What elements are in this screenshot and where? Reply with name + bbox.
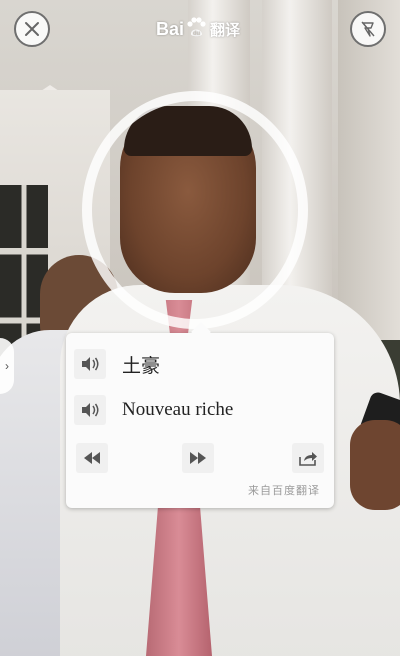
subject-hand [350,420,400,510]
svg-text:du: du [193,31,201,37]
attribution-text: 来自百度翻译 [248,484,320,497]
selection-circle[interactable] [82,91,308,329]
speaker-icon [82,357,99,371]
logo-suffix: 翻译 [210,21,241,39]
previous-button[interactable] [76,443,108,473]
speak-source-button[interactable] [74,349,106,379]
logo-text: Bai [156,18,185,39]
chevron-right-icon: › [5,359,9,373]
fast-forward-icon [190,452,206,464]
rewind-icon [84,452,100,464]
close-button[interactable] [14,11,50,47]
translated-text: Nouveau riche [122,399,234,420]
speaker-icon [82,403,99,417]
source-text: 土豪 [122,354,161,377]
flash-toggle-button[interactable] [350,11,386,47]
baidu-fanyi-logo: Bai du 翻译 [156,14,240,44]
source-row: 土豪 [74,347,326,381]
share-icon [299,452,317,466]
speak-translation-button[interactable] [74,395,106,425]
paw-icon: du [187,17,206,37]
translation-card: 土豪 Nouveau riche 来自百度翻译 [66,333,334,508]
next-button[interactable] [182,443,214,473]
side-drawer-tab[interactable]: › [0,338,14,394]
share-button[interactable] [292,443,324,473]
flash-off-icon [361,21,375,37]
close-icon [25,22,39,36]
translation-row: Nouveau riche [74,393,326,427]
